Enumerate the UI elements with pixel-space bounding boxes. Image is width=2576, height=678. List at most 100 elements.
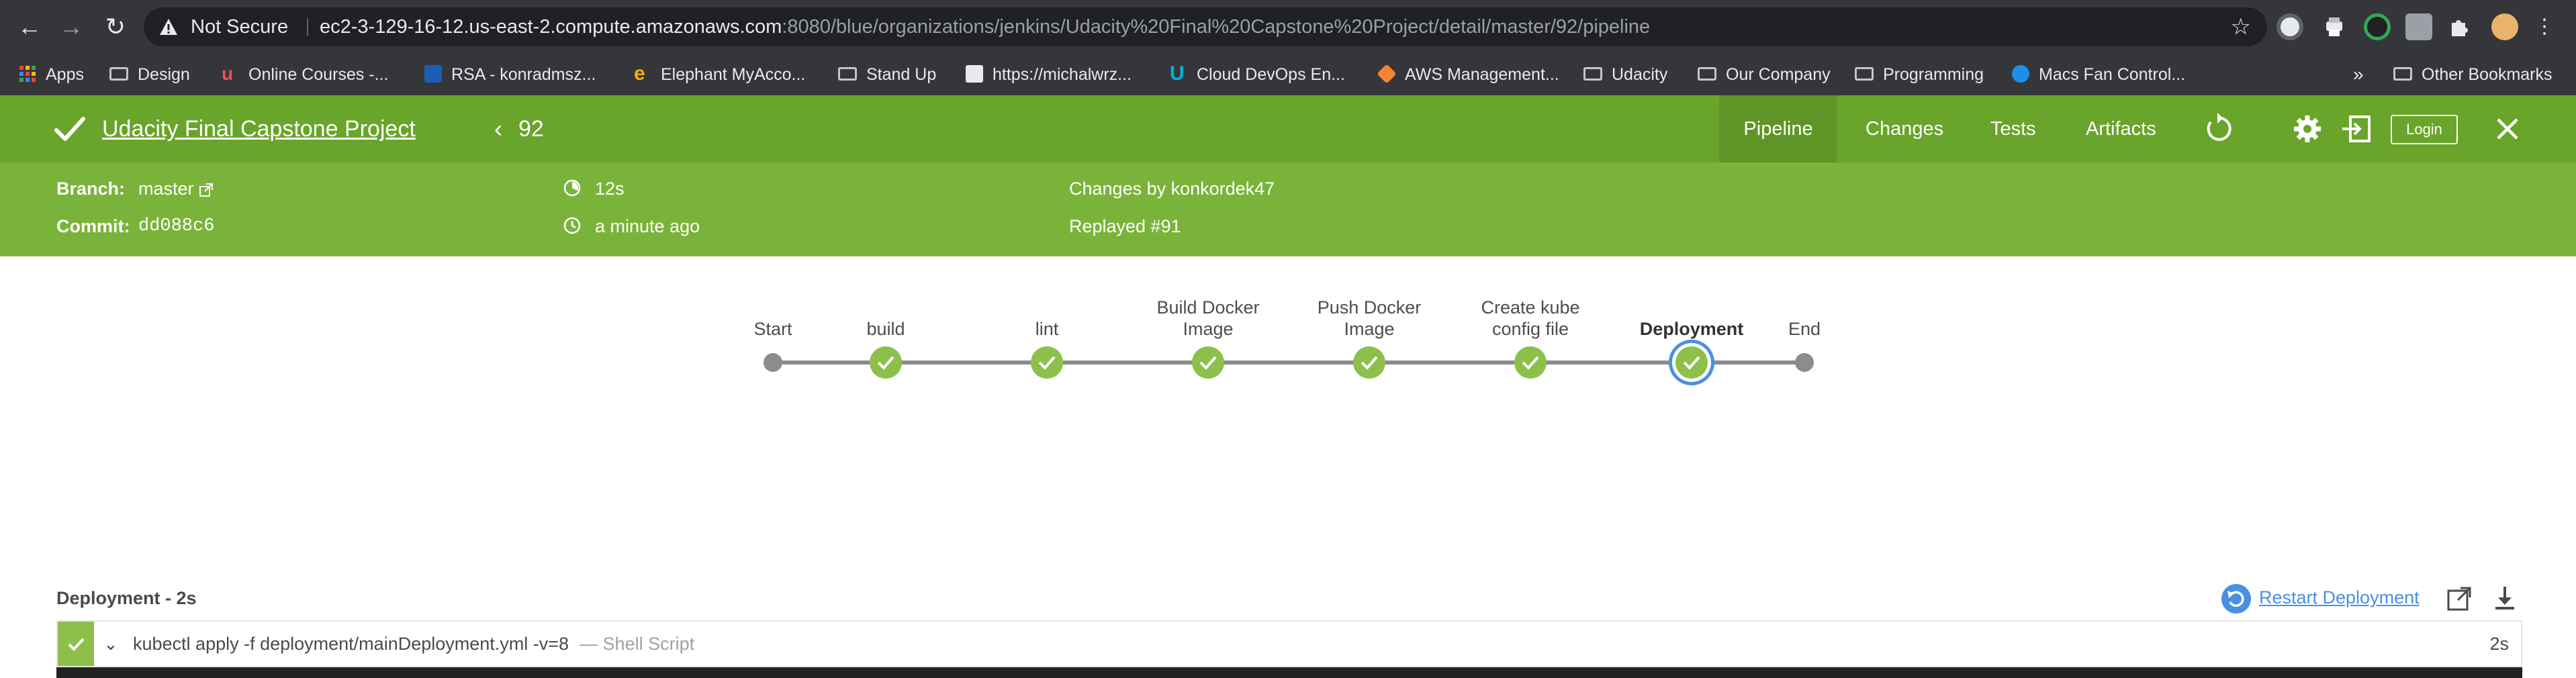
bookmark-rsa[interactable]: RSA - konradmsz... [424, 54, 596, 95]
rsa-icon [424, 65, 442, 83]
address-bar[interactable]: Not Secure ec2-3-129-16-12.us-east-2.com… [144, 7, 2267, 46]
stage-end-node [1795, 353, 1814, 372]
bookmark-cloud-devops[interactable]: U Cloud DevOps En... [1170, 54, 1345, 95]
sign-in-icon[interactable] [2340, 111, 2375, 146]
close-icon[interactable] [2490, 111, 2525, 146]
duration-icon [563, 179, 581, 197]
tab-artifacts[interactable]: Artifacts [2086, 95, 2156, 162]
bookmark-label: Programming [1883, 65, 1984, 84]
stage-kube-config-node[interactable] [1514, 346, 1547, 379]
url-host: ec2-3-129-16-12.us-east-2.compute.amazon… [320, 16, 782, 38]
security-label: Not Secure [191, 16, 289, 38]
udemy-icon: u [222, 63, 234, 85]
folder-icon [1583, 67, 1602, 81]
stage-lint-node[interactable] [1031, 346, 1063, 379]
url-text: ec2-3-129-16-12.us-east-2.compute.amazon… [320, 7, 1650, 46]
stage-build-node[interactable] [870, 346, 902, 379]
step-success-status [58, 622, 94, 666]
tab-changes[interactable]: Changes [1866, 95, 1943, 162]
bookmark-udacity[interactable]: Udacity [1583, 54, 1667, 95]
back-arrow-icon[interactable]: ← [12, 9, 47, 44]
check-icon [1361, 356, 1378, 370]
tab-tests[interactable]: Tests [1990, 95, 2036, 162]
run-number: 92 [518, 116, 544, 142]
bookmark-michalwrz[interactable]: https://michalwrz... [966, 54, 1132, 95]
replayed-from[interactable]: Replayed #91 [1069, 216, 1181, 237]
restart-stage-link[interactable]: Restart Deployment [2221, 583, 2420, 614]
step-command: kubectl apply -f deployment/mainDeployme… [133, 622, 694, 666]
stage-label-build: build [866, 319, 905, 339]
rerun-icon[interactable] [2200, 111, 2235, 146]
stage-build-docker-node[interactable] [1192, 346, 1224, 379]
bookmark-star-icon[interactable]: ☆ [2231, 7, 2251, 46]
chevron-left-icon: ‹ [494, 115, 502, 142]
udacity-icon: U [1170, 62, 1185, 85]
reload-icon[interactable]: ↻ [98, 9, 133, 44]
grammarly-icon[interactable] [2364, 13, 2391, 40]
apps-grid-icon [19, 66, 36, 83]
bookmark-label: Our Company [1726, 65, 1831, 84]
stage-label-create-kube-config: Create kube config file [1481, 297, 1580, 339]
extension-tile-icon[interactable] [2405, 13, 2432, 40]
check-icon [1199, 356, 1217, 370]
open-in-new-window-icon[interactable] [2444, 584, 2474, 614]
restart-label: Restart Deployment [2259, 587, 2420, 608]
profile-avatar[interactable] [2491, 13, 2518, 40]
changes-by: Changes by konkordek47 [1069, 179, 1275, 199]
step-row[interactable]: ⌄ kubectl apply -f deployment/mainDeploy… [56, 620, 2522, 667]
step-type: — Shell Script [580, 634, 695, 654]
bookmark-design[interactable]: Design [109, 54, 190, 95]
login-button[interactable]: Login [2391, 115, 2458, 144]
bookmark-stand-up[interactable]: Stand Up [838, 54, 936, 95]
bookmark-label: Online Courses -... [248, 65, 389, 84]
tab-pipeline[interactable]: Pipeline [1719, 95, 1837, 162]
stage-label-push-docker-image: Push Docker Image [1317, 297, 1422, 339]
elephant-icon: e [634, 62, 645, 85]
folder-icon [109, 67, 128, 81]
stage-deployment-node[interactable] [1675, 346, 1708, 379]
printer-icon[interactable] [2321, 13, 2348, 40]
chevron-down-icon[interactable]: ⌄ [103, 622, 118, 666]
run-time-ago: a minute ago [595, 216, 700, 236]
project-link[interactable]: Udacity Final Capstone Project [102, 95, 416, 162]
folder-icon [838, 67, 857, 81]
bookmarks-overflow[interactable]: » [2353, 54, 2364, 95]
bookmark-elephant[interactable]: e Elephant MyAcco... [634, 54, 805, 95]
url-path: :8080/blue/organizations/jenkins/Udacity… [782, 16, 1651, 38]
bookmarks-bar: Apps Design u Online Courses -... RSA - k… [0, 54, 2576, 96]
bookmark-label: AWS Management... [1405, 65, 1559, 84]
puzzle-extensions-icon[interactable] [2446, 13, 2473, 40]
stage-label-lint: lint [1035, 319, 1059, 339]
commit-row: Commit: dd088c6 [56, 216, 214, 237]
bookmark-apps[interactable]: Apps [19, 54, 84, 95]
bookmark-aws[interactable]: AWS Management... [1377, 54, 1559, 95]
bookmark-online-courses[interactable]: u Online Courses -... [222, 54, 388, 95]
stage-steps-title: Deployment - 2s [56, 588, 197, 608]
bookmark-macs-fan[interactable]: Macs Fan Control... [2012, 54, 2185, 95]
bookmark-label: Elephant MyAcco... [661, 65, 806, 84]
forward-arrow-icon[interactable]: → [54, 9, 89, 44]
branch-value[interactable]: master [138, 179, 213, 199]
check-icon [877, 356, 894, 370]
bookmark-label: RSA - konradmsz... [451, 65, 596, 84]
bookmark-programming[interactable]: Programming [1855, 54, 1984, 95]
run-header: Udacity Final Capstone Project ‹ 92 Pipe… [0, 95, 2576, 162]
commit-label: Commit: [56, 216, 130, 236]
stage-push-docker-node[interactable] [1353, 346, 1385, 379]
external-link-icon [199, 183, 213, 197]
bookmark-our-company[interactable]: Our Company [1698, 54, 1831, 95]
extension-icon[interactable] [2276, 13, 2303, 40]
warning-icon [160, 19, 177, 35]
stage-label-end: End [1788, 319, 1821, 339]
success-check-icon [54, 117, 85, 141]
download-icon[interactable] [2490, 584, 2520, 614]
check-icon [1683, 356, 1700, 370]
bookmark-other[interactable]: Other Bookmarks [2393, 54, 2552, 95]
bookmark-label: Stand Up [866, 65, 937, 84]
stage-start-node [764, 353, 782, 372]
step-command-text: kubectl apply -f deployment/mainDeployme… [133, 634, 569, 654]
pipeline-graph: Start build lint Build Docker Image Push … [0, 256, 2576, 431]
gear-icon[interactable] [2290, 111, 2325, 146]
browser-menu-icon[interactable]: ⋮ [2534, 9, 2555, 44]
stage-label-build-docker-image: Build Docker Image [1156, 297, 1260, 339]
